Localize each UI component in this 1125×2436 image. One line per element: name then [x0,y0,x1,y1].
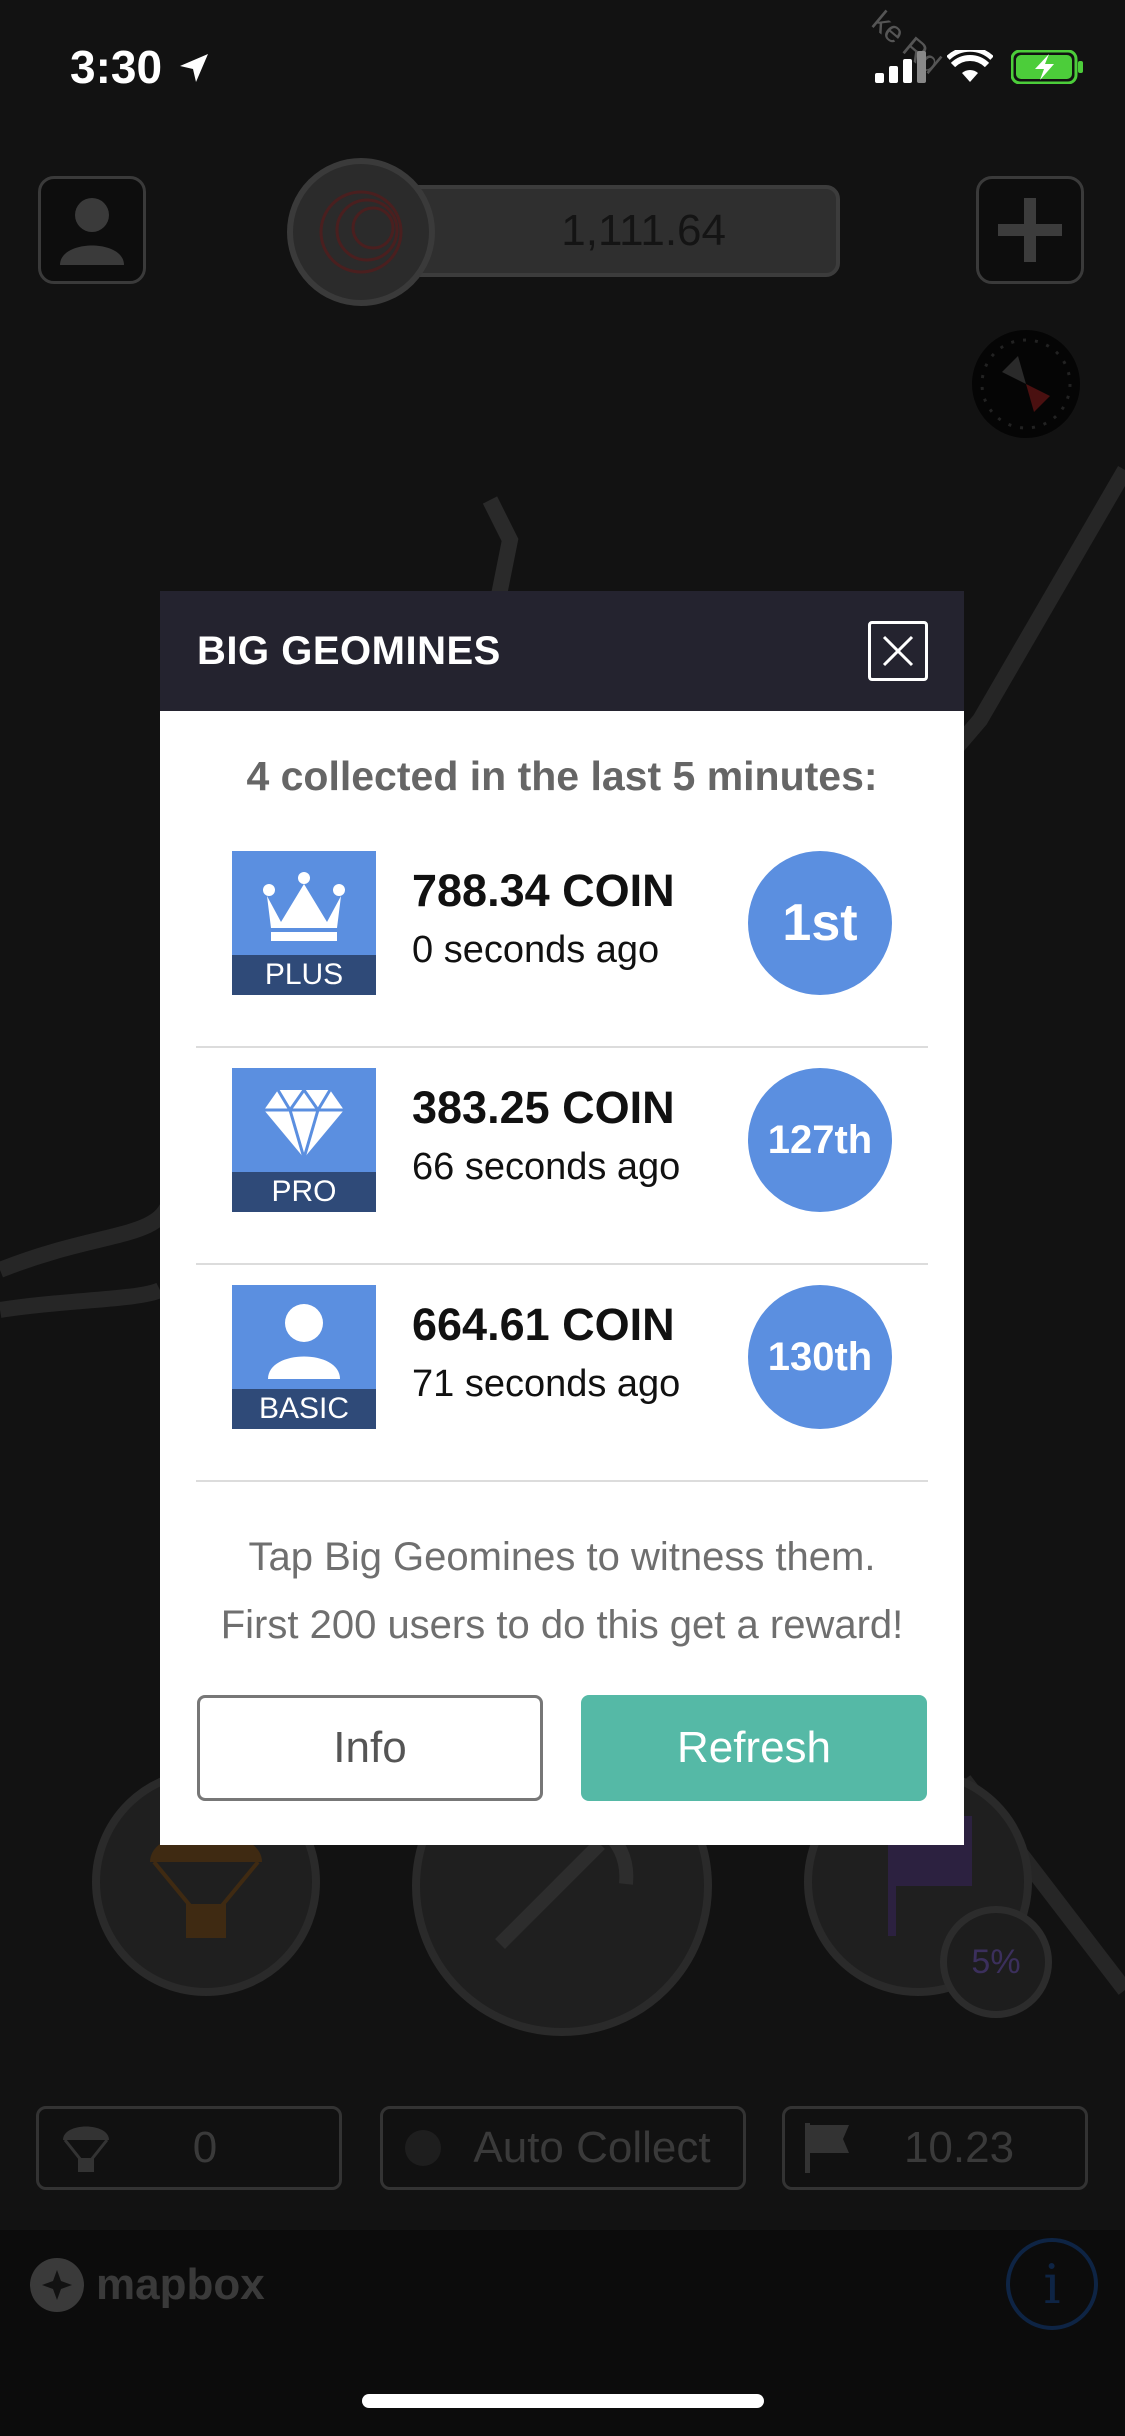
info-icon: i [1043,2252,1061,2316]
footnote-line-1: Tap Big Geomines to witness them. [248,1535,876,1579]
coin-amount: 788.34 COIN [412,865,675,916]
auto-collect-indicator [405,2130,441,2166]
diamond-icon [264,1088,344,1160]
tier-label: PRO [232,1172,376,1212]
mapbox-label: mapbox [96,2260,265,2309]
refresh-button[interactable]: Refresh [581,1695,927,1801]
tier-label: PLUS [232,955,376,995]
modal-subtitle: 4 collected in the last 5 minutes: [246,753,878,799]
mapbox-attribution[interactable]: mapbox [28,2256,265,2314]
airdrop-count: 0 [192,2123,218,2172]
status-time: 3:30 [70,41,163,93]
parachute-small-icon [63,2126,109,2172]
collected-time: 0 seconds ago [412,929,660,971]
list-item[interactable]: PLUS 788.34 COIN 0 seconds ago 1st [196,831,928,1048]
location-arrow-icon [180,54,208,82]
compass-icon [980,338,1072,430]
mapbox-logo-icon [30,2258,84,2312]
battery-charging-icon [1011,50,1083,84]
flag-value: 10.23 [903,2123,1015,2172]
coin-balance[interactable]: 1,111.64 [380,185,840,277]
list-item[interactable]: BASIC 664.61 COIN 71 seconds ago 130th [196,1265,928,1482]
footnote-line-2: First 200 users to do this get a reward! [220,1603,904,1647]
collected-time: 66 seconds ago [412,1146,681,1188]
signal-icon [875,51,926,83]
map-info-button[interactable]: i [1006,2238,1098,2330]
auto-collect-toggle[interactable]: Auto Collect [380,2106,746,2190]
flag-percent-badge: 5% [940,1906,1052,2018]
rank-badge: 127th [748,1068,892,1212]
status-bar: 3:30 [0,0,1125,140]
info-button[interactable]: Info [197,1695,543,1801]
list-item[interactable]: PRO 383.25 COIN 66 seconds ago 127th [196,1048,928,1265]
home-indicator[interactable] [362,2394,764,2408]
tier-badge-pro: PRO [232,1068,376,1212]
rank-badge: 1st [748,851,892,995]
coin-amount: 664.61 COIN [412,1299,675,1350]
geomine-list: PLUS 788.34 COIN 0 seconds ago 1st PRO 3… [196,831,928,1482]
geo-coin-icon [319,190,403,274]
coin-amount: 383.25 COIN [412,1082,675,1133]
modal-header: BIG GEOMINES [160,591,964,711]
close-icon [882,635,914,667]
rank-badge: 130th [748,1285,892,1429]
person-icon [268,1304,340,1379]
profile-button[interactable] [38,176,146,284]
tier-badge-basic: BASIC [232,1285,376,1429]
auto-collect-label: Auto Collect [473,2123,711,2172]
flag-counter[interactable]: 10.23 [782,2106,1088,2190]
add-button[interactable] [976,176,1084,284]
close-button[interactable] [868,621,928,681]
airdrop-counter[interactable]: 0 [36,2106,342,2190]
modal-footnote: Tap Big Geomines to witness them. First … [160,1523,964,1659]
status-indicators [875,50,1085,84]
modal-title: BIG GEOMINES [197,629,501,673]
flag-small-icon [805,2123,849,2173]
plus-icon [998,198,1062,262]
collected-time: 71 seconds ago [412,1363,681,1405]
tier-label: BASIC [232,1389,376,1429]
compass-button[interactable] [972,330,1080,438]
big-geomines-modal: BIG GEOMINES 4 collected in the last 5 m… [160,591,964,1845]
person-icon [60,198,124,265]
coin-logo [287,158,435,306]
wifi-icon [947,50,993,82]
coin-balance-value: 1,111.64 [561,206,726,255]
flag-percent: 5% [971,1942,1021,1981]
crown-icon [263,872,345,941]
tier-badge-plus: PLUS [232,851,376,995]
